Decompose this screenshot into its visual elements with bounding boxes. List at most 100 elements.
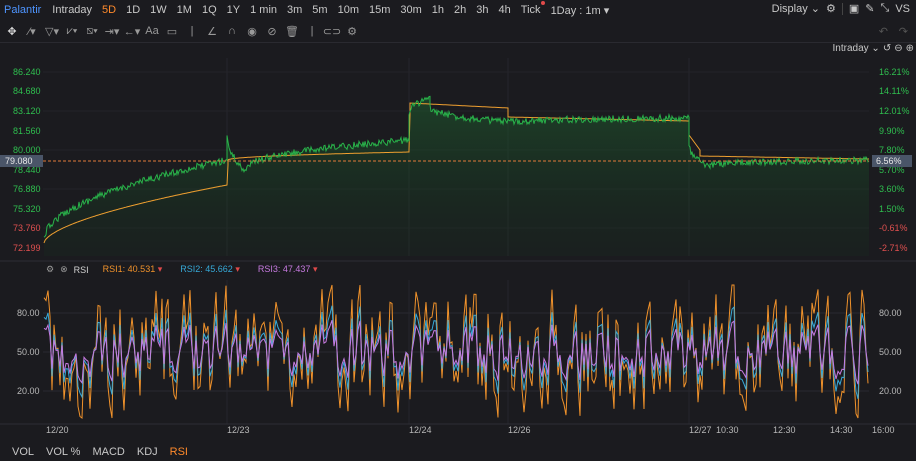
rsi3-label: RSI3:	[257, 264, 281, 274]
session-label: Intraday	[832, 43, 869, 54]
channel-icon[interactable]: ⧅▾	[84, 23, 100, 39]
undo-icon[interactable]: ↶	[879, 25, 888, 38]
pencil-icon[interactable]: ✎	[865, 2, 874, 15]
pct-tick-label: 14.11%	[879, 86, 909, 96]
trendline-icon[interactable]: ⁄▾	[24, 23, 40, 39]
x-tick-label: 16:00	[872, 425, 895, 435]
price-tick-label: 84.680	[13, 86, 41, 96]
rsi3-value: 47.437	[282, 264, 311, 274]
tab-3h[interactable]: 3h	[471, 4, 493, 16]
pct-tick-label: 3.60%	[879, 184, 905, 194]
rsi2-label: RSI2:	[180, 264, 203, 274]
vs-button[interactable]: VS	[895, 3, 910, 15]
tab-macd[interactable]: MACD	[92, 446, 124, 458]
tab-4h[interactable]: 4h	[494, 4, 516, 16]
tab-3m[interactable]: 3m	[282, 4, 307, 16]
magnet-icon[interactable]: ∩	[224, 23, 240, 39]
tab-rsi[interactable]: RSI	[170, 446, 188, 458]
tab-5m[interactable]: 5m	[307, 4, 332, 16]
redo-icon[interactable]: ↷	[899, 25, 908, 38]
tab-5d[interactable]: 5D	[97, 4, 121, 16]
ruler-icon[interactable]: ∠	[204, 23, 220, 39]
arrow-down-icon: ▾	[157, 264, 163, 274]
collapse-icon[interactable]: ⤡	[881, 2, 890, 15]
zoom-out-icon[interactable]: ⊖	[894, 43, 902, 54]
rsi-level-label-left: 80.00	[17, 308, 40, 318]
x-tick-label: 12/24	[409, 425, 432, 435]
average-price-line	[43, 102, 869, 244]
rsi3-readout: RSI3: 47.437 ▾	[258, 264, 318, 275]
tab-1h[interactable]: 1h	[427, 4, 449, 16]
tab-vol[interactable]: VOL	[12, 446, 34, 458]
tab-1q[interactable]: 1Q	[197, 4, 222, 16]
current-pct-label: 6.56%	[876, 156, 902, 166]
tab-intraday[interactable]: Intraday	[47, 4, 97, 16]
session-controls: Intraday ⌄ ↺ ⊖ ⊕	[833, 43, 914, 54]
gear-icon[interactable]: ⚙	[46, 264, 54, 275]
rsi2-readout: RSI2: 45.662 ▾	[180, 264, 240, 275]
rsi1-line	[43, 284, 869, 419]
close-icon[interactable]: ⊗	[60, 264, 68, 275]
price-tick-label: 72.199	[13, 243, 41, 253]
fibonacci-icon[interactable]: ▽▾	[44, 23, 60, 39]
arrow-icon[interactable]: ←▾	[124, 23, 141, 39]
pct-tick-label: -2.71%	[879, 243, 908, 253]
tab-15m[interactable]: 15m	[364, 4, 395, 16]
x-tick-label: 12:30	[773, 425, 796, 435]
arrow-down-icon: ▾	[312, 264, 318, 274]
crosshair-move-icon[interactable]: ✥	[4, 23, 20, 39]
rsi-level-label-left: 20.00	[17, 386, 40, 396]
chevron-down-icon: ▾	[600, 4, 610, 17]
trash-icon[interactable]: 🗑	[284, 23, 300, 39]
settings-icon[interactable]: ⚙	[344, 23, 360, 39]
eye-icon[interactable]: ◉	[244, 23, 260, 39]
tab-10m[interactable]: 10m	[333, 4, 364, 16]
zoom-in-icon[interactable]: ⊕	[906, 43, 914, 54]
tab-1min[interactable]: 1 min	[245, 4, 282, 16]
price-tick-label: 80.000	[13, 145, 41, 155]
tab-1d[interactable]: 1D	[121, 4, 145, 16]
price-tick-label: 75.320	[13, 204, 41, 214]
session-dropdown[interactable]: Intraday ⌄	[833, 43, 880, 54]
price-tick-label: 73.760	[13, 223, 41, 233]
pct-tick-label: 1.50%	[879, 204, 905, 214]
chevron-down-icon: ⌄	[868, 43, 880, 54]
tab-vol-pct[interactable]: VOL %	[46, 446, 80, 458]
x-tick-label: 12/23	[227, 425, 250, 435]
tab-kdj[interactable]: KDJ	[137, 446, 158, 458]
symbol-label[interactable]: Palantir	[4, 4, 41, 16]
display-dropdown[interactable]: Display ⌄	[772, 2, 820, 15]
tab-1m[interactable]: 1M	[172, 4, 197, 16]
tab-1y[interactable]: 1Y	[222, 4, 245, 16]
x-tick-label: 12/26	[508, 425, 531, 435]
rsi-level-label-left: 50.00	[17, 347, 40, 357]
tab-1day-1m-label: 1Day : 1m	[550, 4, 601, 17]
current-price-badge	[0, 155, 43, 167]
text-icon[interactable]: Aa	[144, 23, 160, 39]
pattern-icon[interactable]: ⩗▾	[64, 23, 80, 39]
tab-1day-1m[interactable]: 1Day : 1m ▾	[546, 4, 615, 17]
gear-icon[interactable]: ⚙	[826, 2, 836, 15]
price-tick-label: 78.440	[13, 165, 41, 175]
tab-30m[interactable]: 30m	[395, 4, 426, 16]
display-label: Display	[771, 3, 808, 15]
camera-icon[interactable]: ▣	[849, 2, 859, 15]
link-icon[interactable]: ⊂⊃	[323, 23, 341, 39]
note-icon[interactable]: ▭	[164, 23, 180, 39]
pct-tick-label: 7.80%	[879, 145, 905, 155]
reset-icon[interactable]: ↺	[883, 43, 891, 54]
x-tick-label: 10:30	[716, 425, 739, 435]
rsi1-label: RSI1:	[102, 264, 126, 274]
tab-tick[interactable]: Tick	[516, 1, 546, 16]
tab-2h[interactable]: 2h	[449, 4, 471, 16]
rsi-level-label-right: 50.00	[879, 347, 902, 357]
measure-icon[interactable]: ⇥▾	[104, 23, 120, 39]
rsi3-line	[43, 320, 869, 385]
current-price-label: 79.080	[5, 156, 33, 166]
rsi-header: ⚙ ⊗ RSI RSI1: 40.531 ▾ RSI2: 45.662 ▾ RS…	[46, 264, 317, 275]
price-tick-label: 83.120	[13, 106, 41, 116]
x-tick-label: 14:30	[830, 425, 853, 435]
hide-icon[interactable]: ⊘	[264, 23, 280, 39]
tab-1w[interactable]: 1W	[145, 4, 172, 16]
price-chart: 86.240 84.680 83.120 81.560 80.000 78.440 76.8…	[0, 58, 916, 435]
